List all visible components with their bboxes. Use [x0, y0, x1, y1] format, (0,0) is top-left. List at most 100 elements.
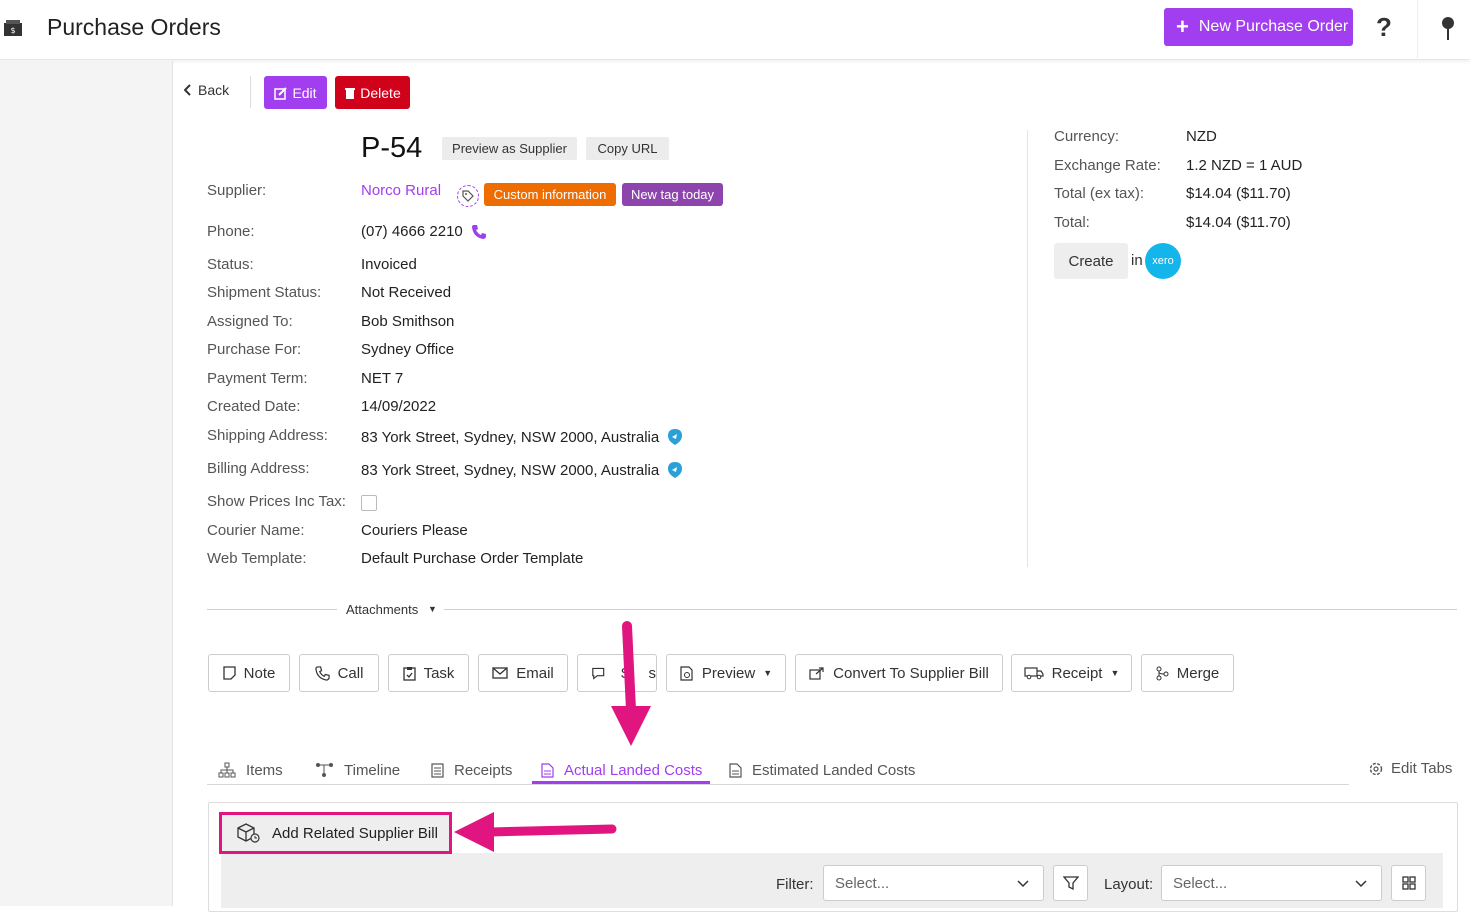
left-gutter-border: [172, 61, 173, 906]
new-purchase-order-button[interactable]: + New Purchase Order: [1164, 8, 1353, 46]
document-icon: [541, 762, 554, 778]
attachments-toggle[interactable]: Attachments: [346, 602, 418, 617]
layout-grid-button[interactable]: [1391, 865, 1426, 901]
show-prices-inc-tax-value: [361, 495, 377, 511]
currency-label: Currency:: [1054, 128, 1120, 145]
sms-label-end: s: [648, 664, 657, 682]
hierarchy-icon: [218, 762, 236, 778]
column-divider: [1027, 130, 1028, 567]
caret-down-icon[interactable]: ▼: [428, 604, 437, 614]
edit-button[interactable]: Edit: [264, 76, 327, 109]
supplier-value[interactable]: Norco Rural: [361, 182, 441, 199]
tab-estimated-landed-costs[interactable]: Estimated Landed Costs: [729, 757, 915, 783]
merge-label: Merge: [1176, 664, 1220, 682]
assigned-to-label: Assigned To:: [207, 313, 293, 330]
sms-label-start: S: [620, 664, 631, 682]
billing-address-value: 83 York Street, Sydney, NSW 2000, Austra…: [361, 461, 683, 479]
attachments-divider-right: [444, 609, 1457, 610]
edit-tabs-button[interactable]: Edit Tabs: [1368, 760, 1452, 777]
tab-receipts[interactable]: Receipts: [431, 757, 512, 783]
tab-items-label: Items: [246, 761, 283, 779]
receipt-list-icon: [431, 762, 444, 778]
total-value: $14.04 ($11.70): [1186, 214, 1291, 231]
note-icon: [223, 666, 236, 680]
tag-new-tag-today[interactable]: New tag today: [622, 183, 723, 206]
help-icon[interactable]: ?: [1376, 12, 1392, 43]
total-ex-tax-value: $14.04 ($11.70): [1186, 185, 1291, 202]
map-pin-icon[interactable]: [667, 461, 683, 479]
edit-icon: [274, 86, 288, 100]
purchase-for-label: Purchase For:: [207, 341, 302, 358]
phone-icon[interactable]: [471, 224, 487, 240]
copy-url-button[interactable]: Copy URL: [586, 137, 669, 160]
preview-button[interactable]: Preview ▼: [666, 654, 786, 692]
tab-actual-landed-costs-label: Actual Landed Costs: [564, 761, 703, 779]
pin-icon[interactable]: [1440, 16, 1456, 42]
task-button[interactable]: Task: [388, 654, 469, 692]
caret-down-icon: ▼: [1110, 668, 1120, 678]
call-label: Call: [337, 664, 364, 682]
filter-select[interactable]: Select...: [823, 865, 1044, 901]
add-related-supplier-bill-button[interactable]: Add Related Supplier Bill: [219, 812, 452, 854]
tab-receipts-label: Receipts: [454, 761, 513, 779]
email-button[interactable]: Email: [478, 654, 568, 692]
filter-button[interactable]: [1053, 865, 1088, 901]
call-button[interactable]: Call: [299, 654, 379, 692]
show-prices-inc-tax-label: Show Prices Inc Tax:: [207, 493, 346, 510]
new-purchase-order-label: New Purchase Order: [1198, 18, 1349, 35]
shipment-status-label: Shipment Status:: [207, 284, 322, 301]
grid-icon: [1401, 876, 1416, 890]
layout-label: Layout:: [1104, 876, 1154, 893]
tab-items[interactable]: Items: [218, 757, 283, 783]
back-link[interactable]: Back: [184, 82, 229, 98]
edit-label: Edit: [292, 84, 317, 101]
shipping-address-label: Shipping Address:: [207, 427, 328, 444]
total-label: Total:: [1054, 214, 1090, 231]
exchange-rate-value: 1.2 NZD = 1 AUD: [1186, 157, 1303, 174]
tag-icon[interactable]: [457, 185, 479, 207]
plus-icon: +: [1176, 14, 1189, 39]
export-icon: [809, 667, 824, 680]
supplier-label: Supplier:: [207, 182, 267, 199]
tab-timeline[interactable]: Timeline: [315, 757, 400, 783]
task-label: Task: [423, 664, 455, 682]
merge-icon: [1156, 666, 1169, 680]
page-title: Purchase Orders: [47, 14, 221, 40]
merge-button[interactable]: Merge: [1141, 654, 1234, 692]
envelope-icon: [492, 667, 508, 679]
layout-select[interactable]: Select...: [1161, 865, 1382, 901]
tag-custom-information[interactable]: Custom information: [484, 183, 616, 206]
billing-address-label: Billing Address:: [207, 460, 310, 477]
phone-value: (07) 4666 2210: [361, 223, 487, 240]
show-prices-inc-tax-checkbox[interactable]: [361, 495, 377, 511]
chat-bubble-icon: [592, 667, 605, 680]
chevron-down-icon: [1355, 880, 1367, 888]
phone-number: (07) 4666 2210: [361, 223, 463, 240]
web-template-label: Web Template:: [207, 550, 307, 567]
add-related-supplier-bill-label: Add Related Supplier Bill: [272, 824, 438, 842]
back-label: Back: [198, 82, 230, 98]
tabs-baseline: [207, 784, 1349, 785]
phone-icon: [314, 665, 330, 681]
delete-button[interactable]: Delete: [335, 76, 410, 109]
po-number: P-54: [361, 132, 423, 164]
sms-button[interactable]: S s: [577, 654, 657, 692]
exchange-rate-label: Exchange Rate:: [1054, 157, 1161, 174]
payment-term-label: Payment Term:: [207, 370, 308, 387]
convert-to-supplier-bill-button[interactable]: Convert To Supplier Bill: [795, 654, 1003, 692]
topbar-divider: [1417, 0, 1418, 60]
svg-text:$: $: [10, 26, 15, 35]
courier-name-value: Couriers Please: [361, 522, 468, 539]
document-icon: [729, 762, 742, 778]
preview-label: Preview: [701, 664, 756, 682]
map-pin-icon[interactable]: [667, 428, 683, 446]
tab-actual-landed-costs[interactable]: Actual Landed Costs: [541, 757, 702, 783]
receipt-button[interactable]: Receipt ▼: [1011, 654, 1132, 692]
create-in-xero-button[interactable]: Create: [1054, 243, 1128, 279]
preview-as-supplier-button[interactable]: Preview as Supplier: [442, 137, 577, 160]
chevron-left-icon: [184, 84, 191, 96]
supplier-link[interactable]: Norco Rural: [361, 182, 441, 199]
toolbar-separator: [250, 76, 251, 108]
trash-icon: [345, 87, 356, 99]
note-button[interactable]: Note: [208, 654, 290, 692]
